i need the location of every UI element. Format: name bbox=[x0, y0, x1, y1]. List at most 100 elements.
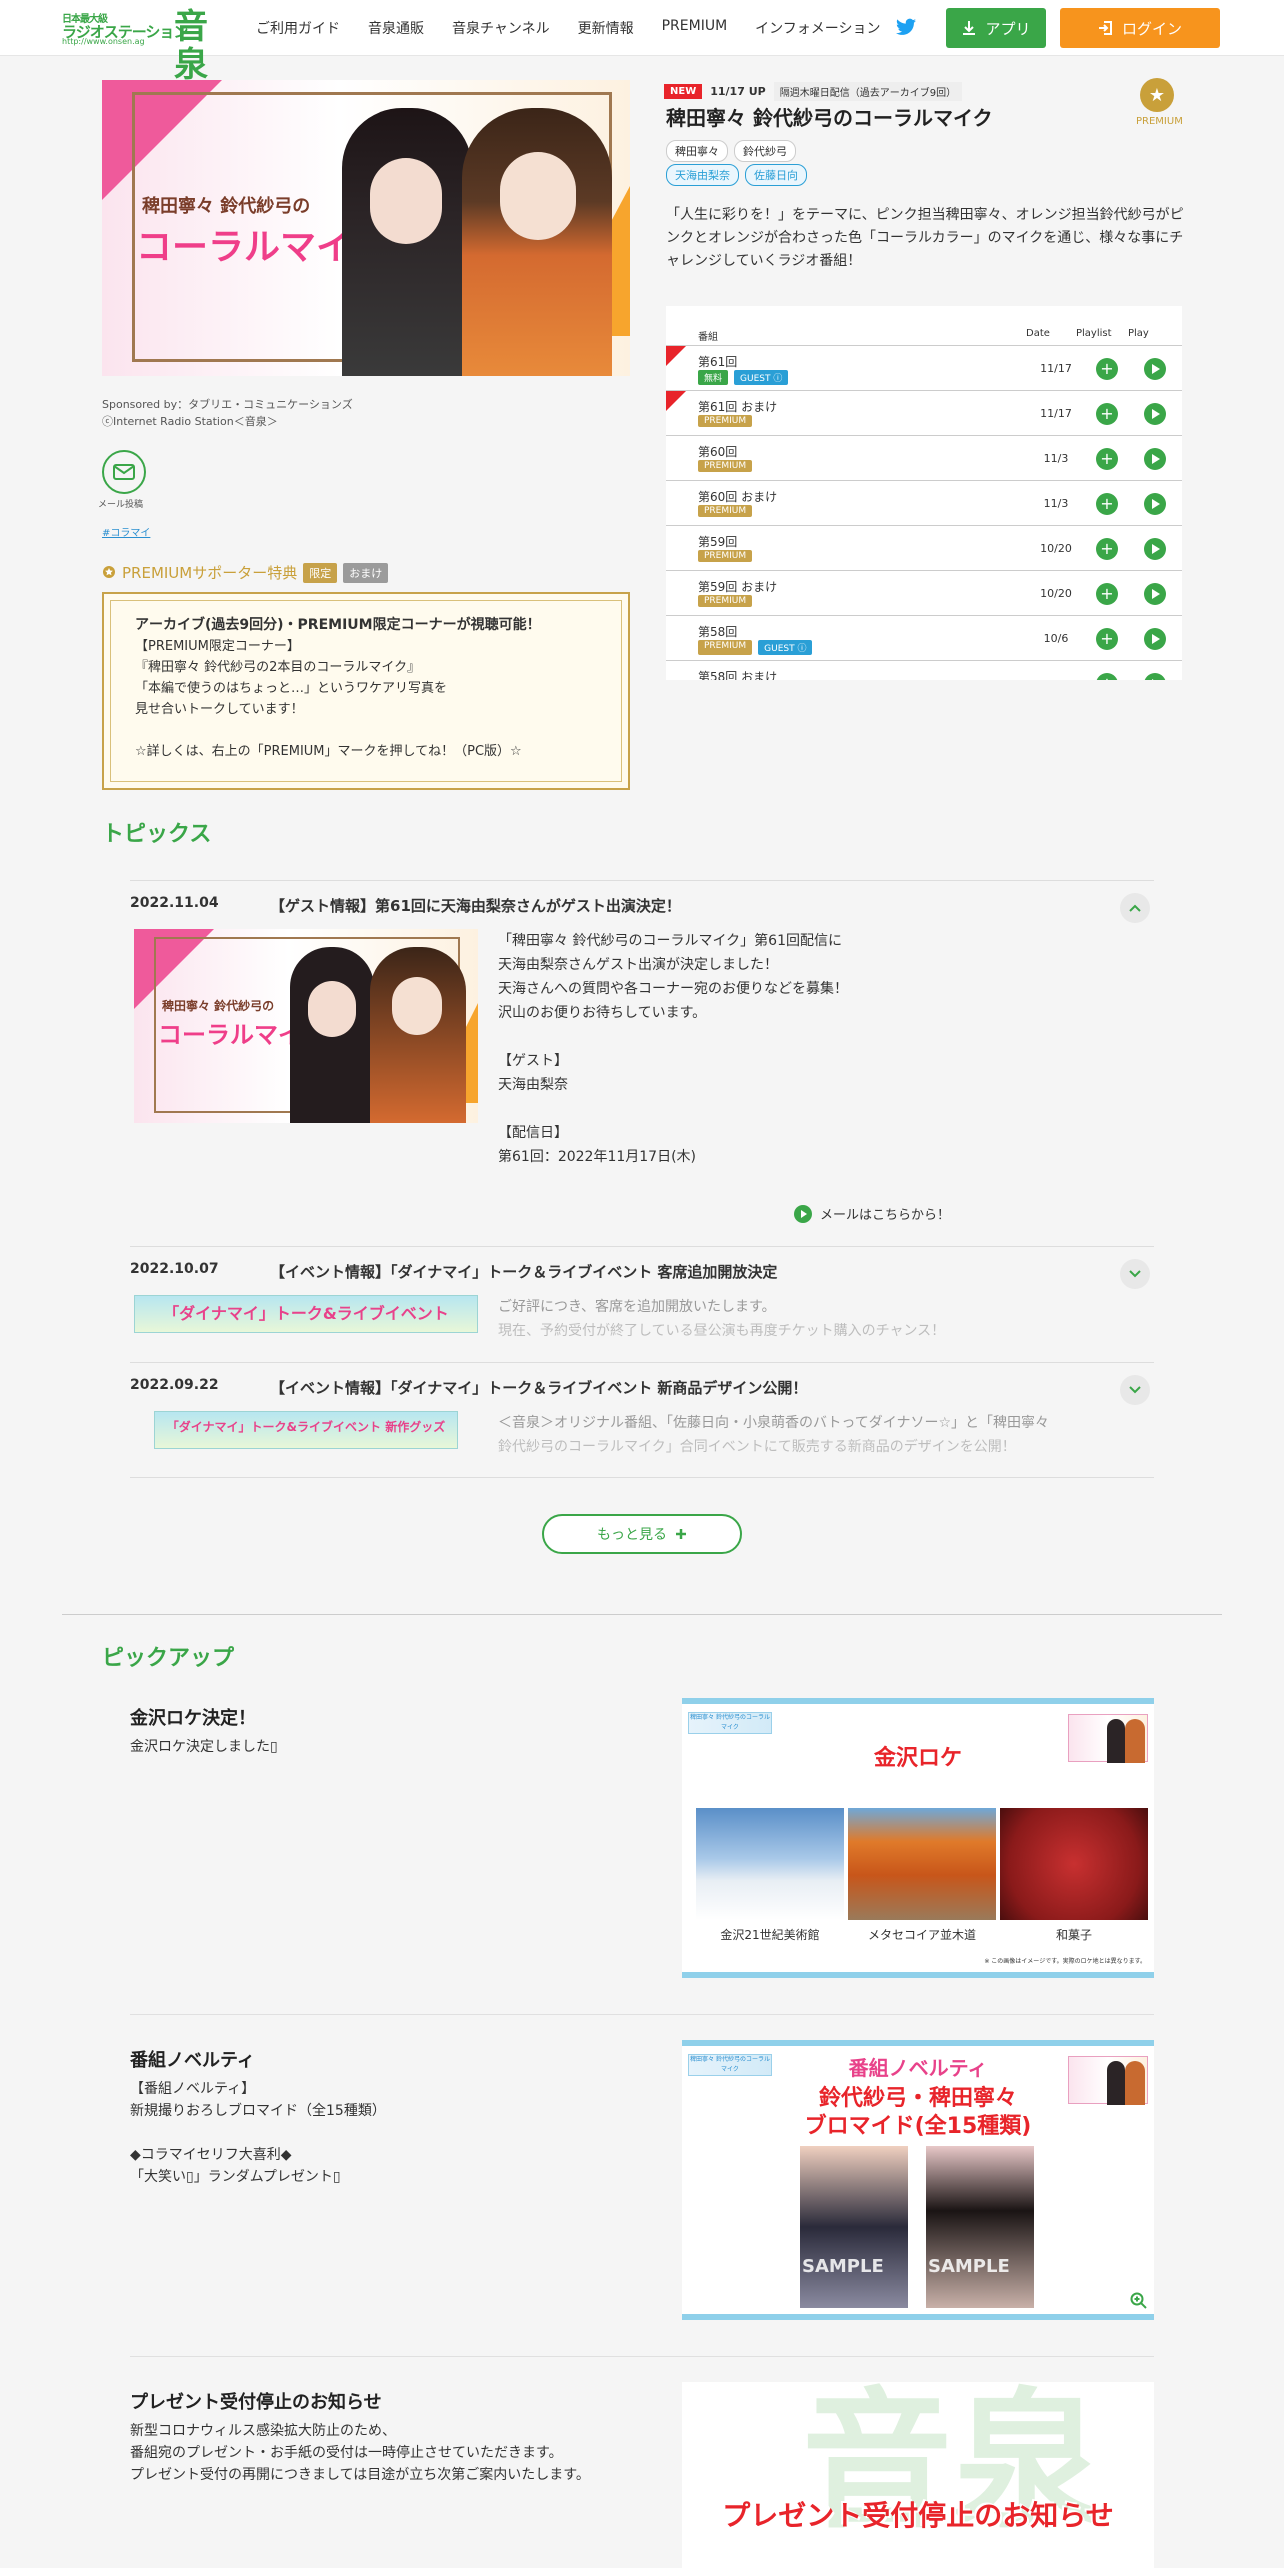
schedule-badge: 隔週木曜日配信（過去アーカイブ9回） bbox=[773, 82, 963, 101]
add-playlist-icon[interactable]: + bbox=[1096, 448, 1118, 470]
play-icon[interactable] bbox=[1144, 538, 1166, 560]
topic-title[interactable]: 【ゲスト情報】第61回に天海由梨奈さんがゲスト出演決定！ bbox=[270, 895, 681, 916]
pickup-body: 【番組ノベルティ】 新規撮りおろしブロマイド（全15種類） ◆コラマイセリフ大喜… bbox=[130, 2081, 386, 2185]
nav-channel[interactable]: 音泉チャンネル bbox=[452, 18, 550, 38]
episode-name: 第60回 bbox=[698, 445, 738, 459]
nav-updates[interactable]: 更新情報 bbox=[578, 18, 634, 38]
episode-date: 11/3 bbox=[1043, 452, 1069, 465]
episode-date: 11/17 bbox=[1040, 362, 1072, 375]
add-playlist-icon[interactable]: + bbox=[1096, 673, 1118, 680]
sample-watermark: SAMPLE bbox=[928, 2256, 1010, 2277]
pickup-title[interactable]: 金沢ロケ決定！ bbox=[130, 1704, 256, 1730]
episode-row[interactable]: 第60回 PREMIUM 11/3 + bbox=[666, 436, 1182, 481]
episode-row[interactable]: 第61回 おまけ PREMIUM 11/17 + bbox=[666, 391, 1182, 436]
play-icon[interactable] bbox=[1144, 673, 1166, 680]
mail-post-label: メール投稿 bbox=[98, 500, 144, 510]
pickup-banner-notice[interactable]: 音泉 プレゼント受付停止のお知らせ bbox=[682, 2382, 1154, 2568]
premium-medal-icon bbox=[103, 565, 115, 578]
login-button[interactable]: ログイン bbox=[1060, 8, 1220, 48]
nav-guide[interactable]: ご利用ガイド bbox=[256, 18, 340, 38]
zoom-icon[interactable] bbox=[1130, 2292, 1148, 2310]
topic-line: 現在、予約受付が終了している昼公演も再度チケット購入のチャンス！ bbox=[498, 1323, 946, 1339]
nav-premium[interactable]: PREMIUM bbox=[662, 18, 728, 38]
guest-tag[interactable]: 佐藤日向 bbox=[745, 164, 807, 186]
photo-wagashi bbox=[1000, 1808, 1148, 1920]
mail-icon bbox=[113, 464, 135, 480]
premium-tag: PREMIUM bbox=[698, 550, 753, 562]
episode-date: 11/3 bbox=[1043, 497, 1069, 510]
pickup-banner-kanazawa[interactable]: 稗田寧々 鈴代紗弓のコーラルマイク 金沢ロケ 金沢21世紀美術館 メタセコイア並… bbox=[682, 1698, 1154, 1978]
guest-tag[interactable]: 天海由梨奈 bbox=[666, 164, 739, 186]
twitter-icon[interactable] bbox=[896, 18, 916, 36]
nav-information[interactable]: インフォメーション bbox=[755, 18, 880, 38]
episode-row[interactable]: 第59回 PREMIUM 10/20 + bbox=[666, 526, 1182, 571]
premium-box-line: 見せ合いトークしています！ bbox=[135, 702, 304, 717]
limited-tag: 限定 bbox=[303, 562, 338, 583]
app-button[interactable]: アプリ bbox=[946, 8, 1046, 48]
add-playlist-icon[interactable]: + bbox=[1096, 628, 1118, 650]
play-icon[interactable] bbox=[1144, 403, 1166, 425]
copyright-line: ⓒInternet Radio Station＜音泉＞ bbox=[102, 415, 278, 428]
nav-shop[interactable]: 音泉通販 bbox=[368, 18, 424, 38]
chevron-down-icon bbox=[1129, 1386, 1141, 1394]
episode-tags: PREMIUM bbox=[698, 550, 753, 562]
episode-row[interactable]: 第60回 おまけ PREMIUM 11/3 + bbox=[666, 481, 1182, 526]
photo-museum bbox=[696, 1808, 844, 1920]
banner-text: 「ダイナマイ」トーク&ライブイベント 新作グッズ bbox=[166, 1420, 446, 1434]
play-icon[interactable] bbox=[1144, 628, 1166, 650]
topic-date: 2022.09.22 bbox=[130, 1377, 219, 1393]
more-button-label: もっと見る bbox=[597, 1527, 667, 1543]
person-right bbox=[462, 108, 612, 376]
topic-line: 天海由梨奈 bbox=[498, 1077, 568, 1093]
add-playlist-icon[interactable]: + bbox=[1096, 493, 1118, 515]
premium-badge-label: PREMIUM bbox=[1136, 116, 1183, 127]
collapse-toggle[interactable] bbox=[1120, 893, 1150, 923]
play-icon[interactable] bbox=[1144, 493, 1166, 515]
episode-row[interactable]: 第58回 PREMIUM GUEST ⓘ 10/6 + bbox=[666, 616, 1182, 661]
expand-toggle[interactable] bbox=[1120, 1375, 1150, 1405]
play-icon[interactable] bbox=[1144, 583, 1166, 605]
pickup-title[interactable]: 番組ノベルティ bbox=[130, 2046, 255, 2072]
episode-row[interactable]: 第61回 無料 GUEST ⓘ 11/17 + bbox=[666, 346, 1182, 391]
program-title: 稗田寧々 鈴代紗弓のコーラルマイク bbox=[666, 106, 993, 130]
login-icon bbox=[1098, 21, 1112, 35]
episode-row[interactable]: 第58回 おまけ + bbox=[666, 661, 1182, 680]
col-play: Play bbox=[1128, 328, 1149, 339]
topic-body: ＜音泉＞オリジナル番組、「佐藤日向・小泉萌香のバトってダイナソー☆」と「稗田寧々… bbox=[498, 1411, 1098, 1467]
topic-line: 鈴代紗弓のコーラルマイク」合同イベントにて販売する新商品のデザインを公開！ bbox=[498, 1439, 1016, 1455]
premium-badge[interactable]: ★ PREMIUM bbox=[1136, 78, 1183, 140]
add-playlist-icon[interactable]: + bbox=[1096, 583, 1118, 605]
topic-title[interactable]: 【イベント情報】「ダイナマイ」トーク＆ライブイベント 客席追加開放決定 bbox=[270, 1261, 777, 1282]
episode-tags: PREMIUM GUEST ⓘ bbox=[698, 640, 813, 655]
site-logo[interactable]: 日本最大級 ラジオステーション http://www.onsen.ag 音泉 bbox=[62, 8, 218, 84]
expand-toggle[interactable] bbox=[1120, 1259, 1150, 1289]
cast-tag[interactable]: 鈴代紗弓 bbox=[734, 140, 796, 162]
pickup-banner-novelty[interactable]: 稗田寧々 鈴代紗弓のコーラルマイク 番組ノベルティ 鈴代紗弓・稗田寧々 ブロマイ… bbox=[682, 2040, 1154, 2320]
mail-post-button[interactable] bbox=[102, 450, 146, 494]
episode-row[interactable]: 第59回 おまけ PREMIUM 10/20 + bbox=[666, 571, 1182, 616]
cast-tag[interactable]: 稗田寧々 bbox=[666, 140, 728, 162]
hashtag-link[interactable]: #コラマイ bbox=[102, 524, 150, 539]
topic-body: ご好評につき、客席を追加開放いたします。 現在、予約受付が終了している昼公演も再… bbox=[498, 1295, 1098, 1351]
more-button[interactable]: もっと見る bbox=[542, 1514, 742, 1554]
mail-link[interactable]: メールはこちらから！ bbox=[794, 1204, 950, 1223]
play-icon[interactable] bbox=[1144, 358, 1166, 380]
premium-box-title: アーカイブ(過去9回分)・PREMIUM限定コーナーが視聴可能！ bbox=[135, 617, 541, 633]
play-icon[interactable] bbox=[1144, 448, 1166, 470]
guest-tag[interactable]: GUEST ⓘ bbox=[758, 640, 813, 655]
pickup-item: プレゼント受付停止のお知らせ 新型コロナウィルス感染拡大防止のため、 番組宛のプ… bbox=[130, 2382, 1154, 2568]
mail-link-label: メールはこちらから！ bbox=[820, 1208, 951, 1223]
topic-title[interactable]: 【イベント情報】「ダイナマイ」トーク＆ライブイベント 新商品デザイン公開！ bbox=[270, 1377, 807, 1398]
topic-item: 2022.11.04 【ゲスト情報】第61回に天海由梨奈さんがゲスト出演決定！ … bbox=[130, 880, 1154, 1246]
add-playlist-icon[interactable]: + bbox=[1096, 538, 1118, 560]
add-playlist-icon[interactable]: + bbox=[1096, 358, 1118, 380]
episode-tags: PREMIUM bbox=[698, 415, 753, 427]
topic-item: 2022.10.07 【イベント情報】「ダイナマイ」トーク＆ライブイベント 客席… bbox=[130, 1246, 1154, 1362]
pickup-separator bbox=[130, 2014, 1154, 2015]
pickup-title[interactable]: プレゼント受付停止のお知らせ bbox=[130, 2388, 382, 2414]
arrow-circle-icon bbox=[794, 1204, 812, 1223]
guest-tag[interactable]: GUEST ⓘ bbox=[734, 370, 789, 385]
program-description: 「人生に彩りを！」をテーマに、ピンク担当稗田寧々、オレンジ担当鈴代紗弓がピンクと… bbox=[666, 207, 1184, 269]
add-playlist-icon[interactable]: + bbox=[1096, 403, 1118, 425]
col-name: 番組 bbox=[698, 332, 718, 343]
